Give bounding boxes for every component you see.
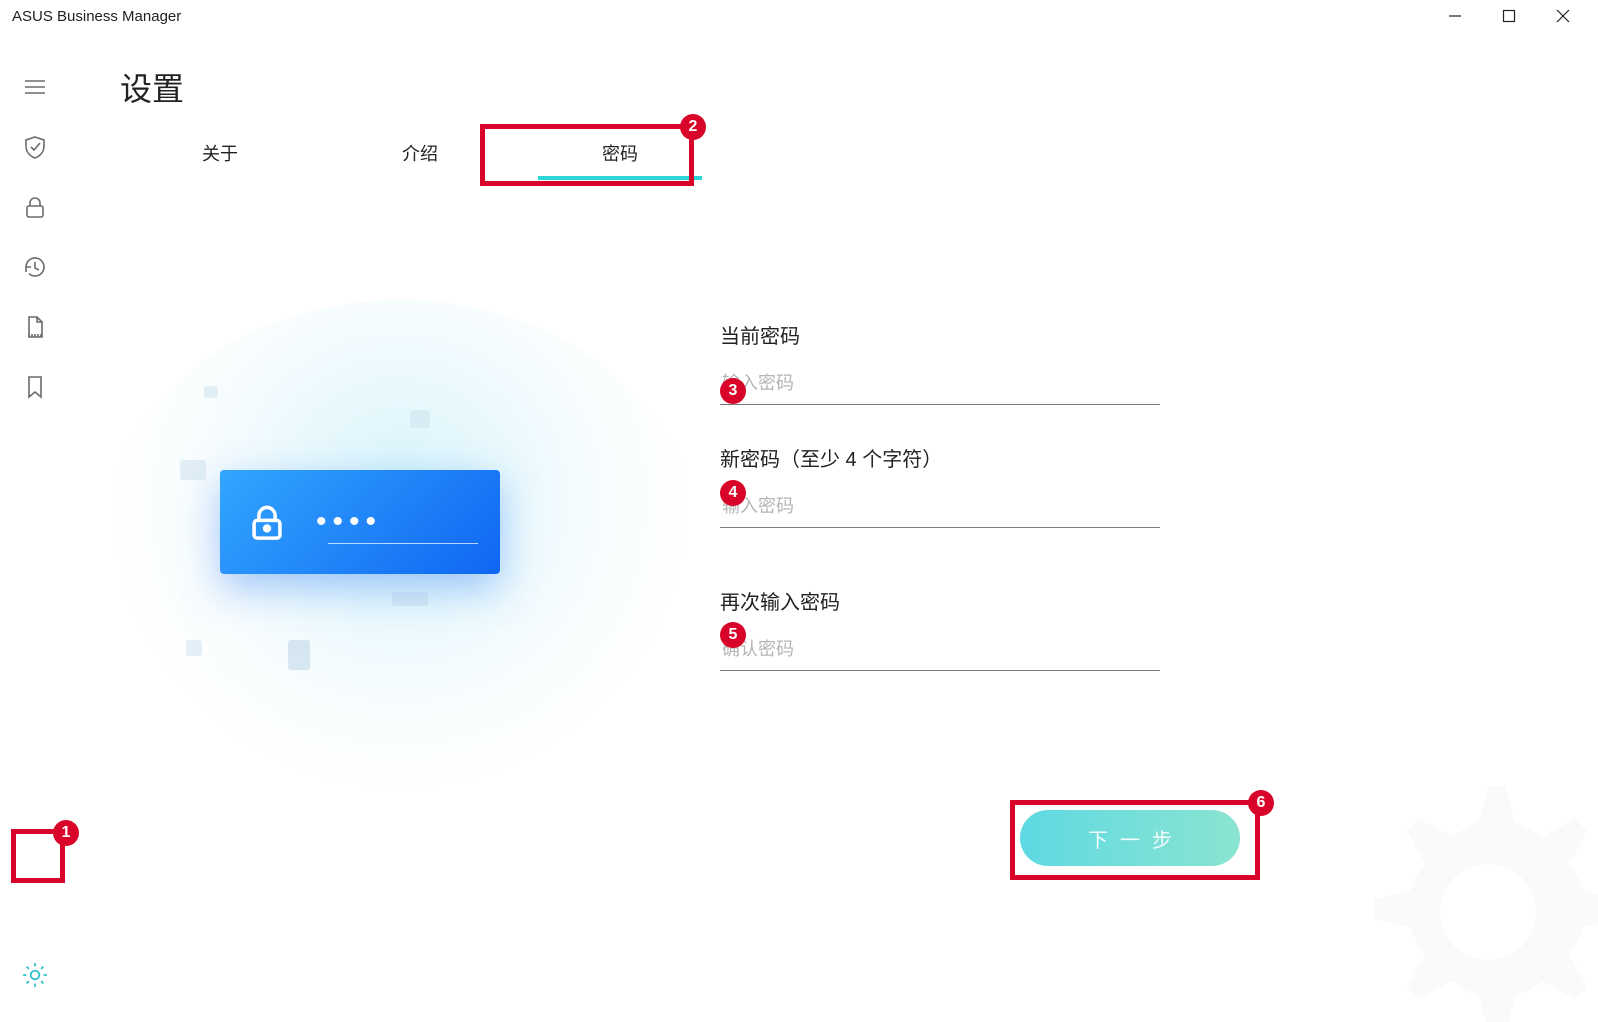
decor-shape: [180, 460, 206, 480]
sidebar-item-security[interactable]: [18, 130, 52, 164]
history-icon: [22, 254, 48, 280]
minimize-button[interactable]: [1428, 0, 1482, 32]
tabs: 关于 介绍 密码: [120, 132, 720, 184]
sidebar-item-bookmark[interactable]: [18, 370, 52, 404]
lock-icon: [22, 194, 48, 220]
decor-shape: [186, 640, 202, 656]
field-current-password: 当前密码: [720, 320, 1160, 405]
next-button[interactable]: 下一步: [1020, 810, 1240, 866]
decor-shape: [204, 386, 218, 398]
page-title: 设置: [120, 64, 184, 110]
masked-dots: ••••: [316, 505, 382, 539]
hamburger-icon: [22, 74, 48, 100]
menu-button[interactable]: [18, 70, 52, 104]
watermark-gear-icon: [1338, 762, 1598, 1022]
sidebar: [0, 40, 70, 1022]
tab-intro[interactable]: 介绍: [320, 132, 520, 184]
decor-shape: [288, 640, 310, 670]
titlebar-title: ASUS Business Manager: [8, 8, 181, 25]
confirm-password-input[interactable]: [720, 629, 1160, 671]
gear-icon: [21, 961, 49, 989]
next-button-label: 下一步: [1076, 824, 1184, 853]
tab-password[interactable]: 密码: [520, 132, 720, 184]
field-new-password: 新密码（至少 4 个字符）: [720, 443, 1160, 528]
annotation-dot-6: 6: [1248, 790, 1274, 816]
decor-shape: [392, 592, 428, 606]
file-icon: [22, 314, 48, 340]
lock-illustration-icon: [246, 501, 288, 543]
close-icon: [1556, 9, 1570, 23]
current-password-input[interactable]: [720, 363, 1160, 405]
sidebar-item-document[interactable]: [18, 310, 52, 344]
shield-check-icon: [22, 134, 48, 160]
sidebar-item-history[interactable]: [18, 250, 52, 284]
titlebar: ASUS Business Manager: [0, 0, 1598, 32]
close-button[interactable]: [1536, 0, 1590, 32]
sidebar-item-settings[interactable]: [18, 958, 52, 992]
minimize-icon: [1448, 9, 1462, 23]
bookmark-icon: [22, 374, 48, 400]
confirm-password-label: 再次输入密码: [720, 586, 1160, 615]
new-password-label: 新密码（至少 4 个字符）: [720, 443, 1160, 472]
dots-underline: [328, 543, 478, 544]
new-password-input[interactable]: [720, 486, 1160, 528]
maximize-button[interactable]: [1482, 0, 1536, 32]
maximize-icon: [1502, 9, 1516, 23]
tab-about[interactable]: 关于: [120, 132, 320, 184]
current-password-label: 当前密码: [720, 320, 1160, 349]
field-confirm-password: 再次输入密码: [720, 586, 1160, 671]
password-illustration: ••••: [140, 340, 660, 770]
app-window: ASUS Business Manager: [0, 0, 1598, 1022]
decor-shape: [410, 410, 430, 428]
titlebar-actions: [1428, 0, 1590, 32]
password-form: 当前密码 新密码（至少 4 个字符） 再次输入密码: [720, 320, 1160, 709]
sidebar-item-lock[interactable]: [18, 190, 52, 224]
password-card: ••••: [220, 470, 500, 574]
